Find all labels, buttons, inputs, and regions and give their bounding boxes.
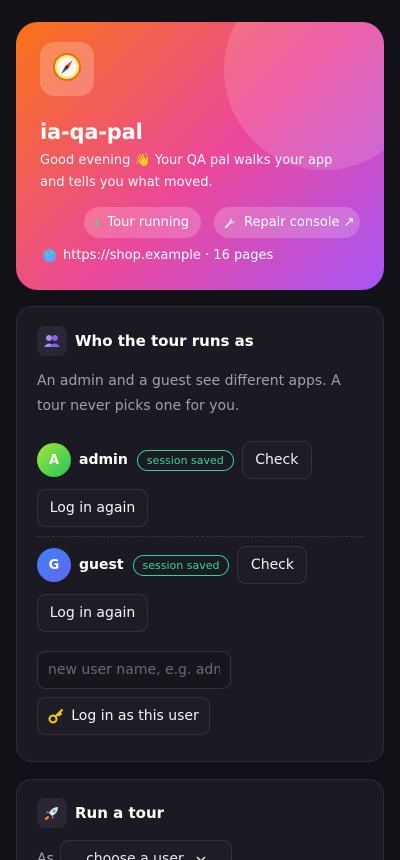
who-card-title: Who the tour runs as [75, 332, 254, 350]
run-card: Run a tour As choose a user [16, 779, 384, 860]
key-icon [48, 708, 64, 724]
who-card-header: Who the tour runs as [37, 326, 254, 356]
avatar: G [37, 548, 71, 582]
repair-console-link[interactable]: Repair console ↗ [214, 207, 360, 238]
who-card: Who the tour runs as An admin and a gues… [16, 306, 384, 762]
log-in-again-button[interactable]: Log in again [37, 594, 148, 632]
user-row-admin: A admin session saved Check [37, 441, 312, 479]
greeting-text: Good evening 👋 Your QA pal walks your ap… [40, 153, 333, 190]
globe-icon [42, 248, 57, 263]
status-badge: session saved [132, 554, 230, 576]
log-in-as-user-button[interactable]: Log in as this user [37, 697, 210, 735]
user-select-value: choose a user [86, 851, 184, 860]
user-select[interactable]: choose a user [59, 840, 232, 860]
wrench-icon [224, 216, 237, 229]
site-url: https://shop.example · 16 pages [63, 248, 274, 263]
log-in-again-button[interactable]: Log in again [37, 489, 148, 527]
repair-console-label: Repair console ↗ [244, 215, 355, 230]
check-button[interactable]: Check [241, 441, 312, 479]
run-as-row: As choose a user [37, 840, 232, 860]
new-user-input[interactable] [37, 651, 231, 689]
tour-status-pill[interactable]: Tour running [84, 207, 201, 238]
status-badge: session saved [136, 449, 234, 471]
user-name: guest [79, 557, 124, 573]
chevron-down-icon [196, 856, 206, 860]
user-name: admin [79, 452, 128, 468]
as-label: As [37, 851, 54, 860]
site-info: https://shop.example · 16 pages [42, 248, 273, 263]
users-icon [37, 326, 67, 356]
who-description: An admin and a guest see different apps.… [37, 373, 341, 414]
app-title: ia-qa-pal [40, 120, 143, 144]
divider [37, 536, 363, 537]
check-button[interactable]: Check [237, 546, 308, 584]
user-row-guest: G guest session saved Check [37, 546, 308, 584]
rocket-icon [37, 798, 67, 828]
tour-status-label: Tour running [107, 215, 189, 230]
app-logo [40, 42, 94, 96]
status-dot-icon [96, 218, 99, 227]
compass-icon [52, 52, 82, 86]
log-in-as-user-label: Log in as this user [71, 708, 199, 724]
decorative-circle [224, 22, 384, 170]
run-card-title: Run a tour [75, 804, 165, 822]
hero-banner: ia-qa-pal Good evening 👋 Your QA pal wal… [16, 22, 384, 290]
avatar: A [37, 443, 71, 477]
run-card-header: Run a tour [37, 798, 164, 828]
